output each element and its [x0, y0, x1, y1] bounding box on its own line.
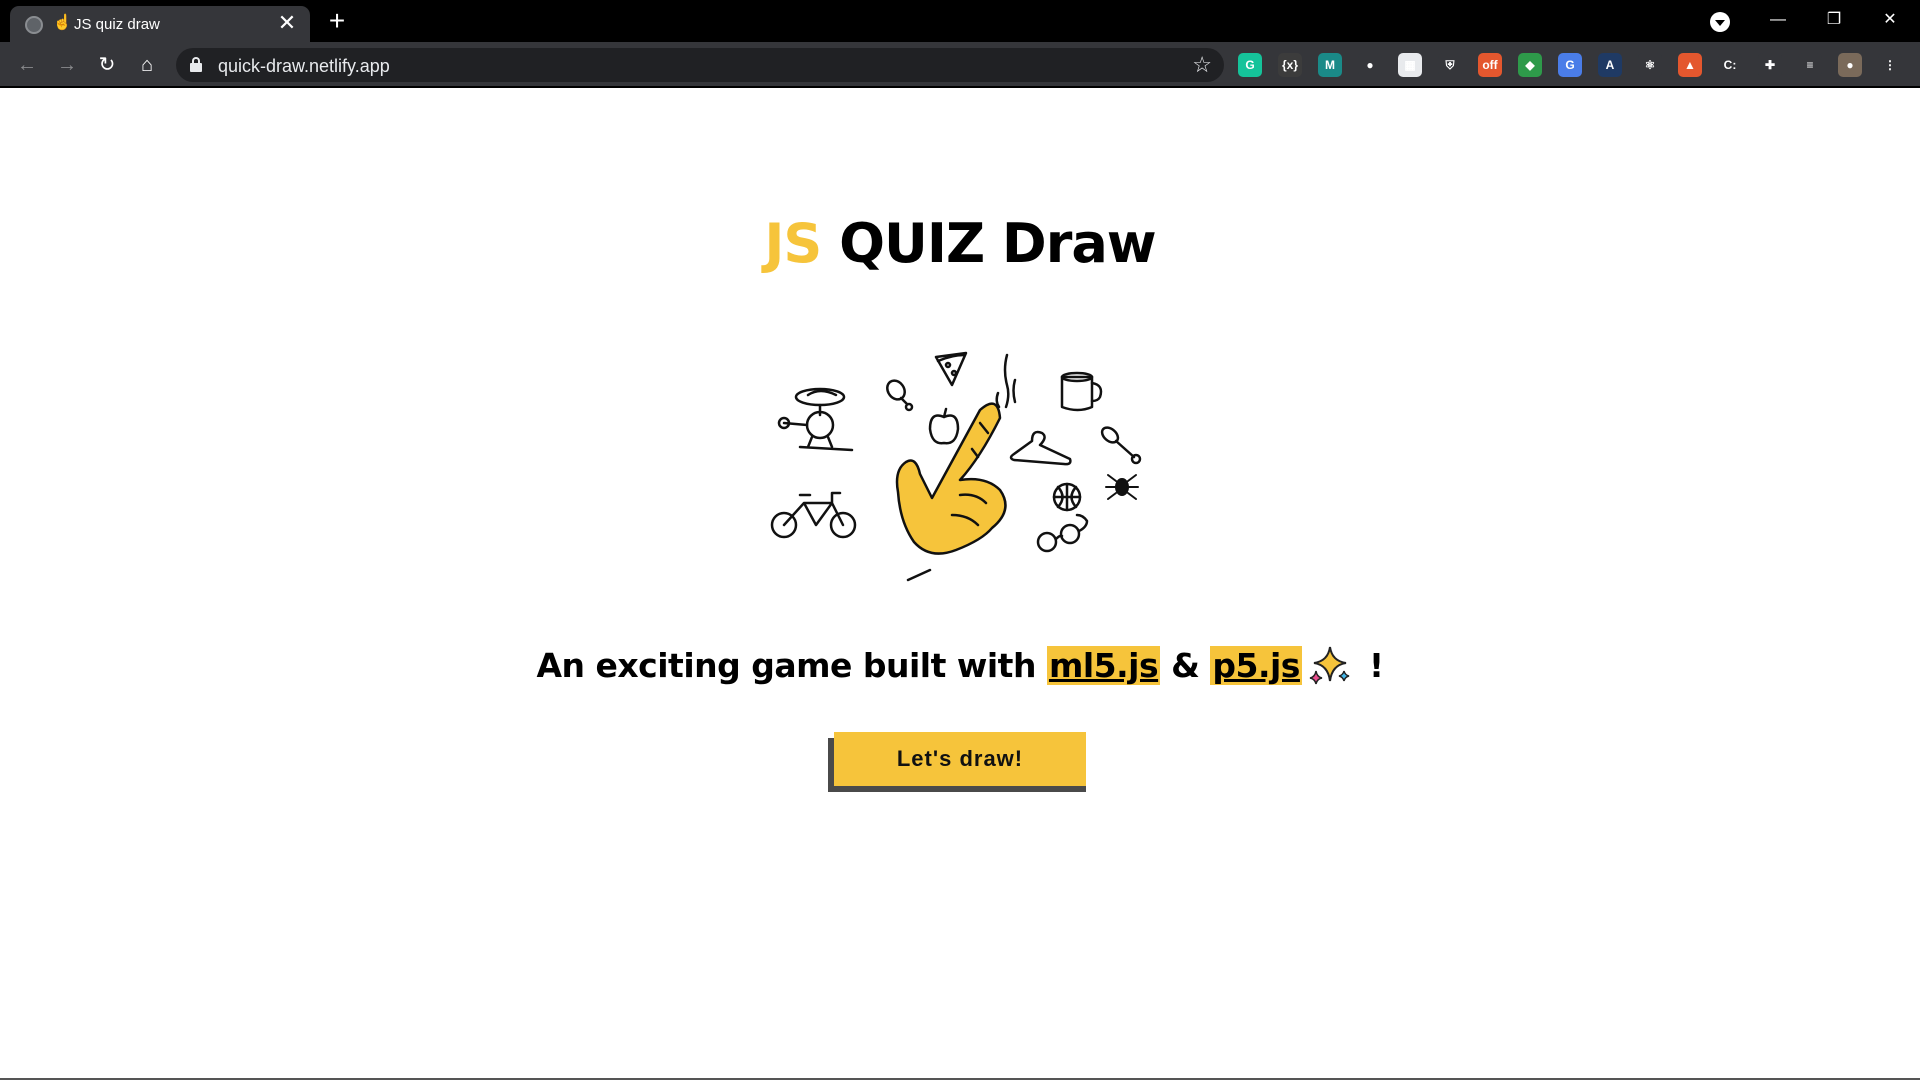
globe-favicon-icon	[25, 16, 43, 34]
mug-doodle	[1060, 371, 1103, 412]
lock-icon[interactable]	[190, 57, 202, 72]
glasses-doodle	[1036, 513, 1089, 553]
back-button[interactable]: ←	[10, 48, 44, 82]
ampersand: &	[1160, 646, 1211, 685]
restore-button[interactable]: ❐	[1806, 0, 1862, 42]
spider-doodle	[1105, 474, 1139, 500]
browser-titlebar: ☝ JS quiz draw ✕ + — ❐ ✕	[0, 0, 1920, 42]
brush-doodle	[1100, 426, 1142, 465]
ml5-link[interactable]: ml5.js	[1046, 646, 1161, 685]
extensions-puzzle-icon[interactable]: ✚	[1758, 53, 1782, 77]
steam-doodle	[995, 353, 1017, 409]
browser-tab[interactable]: ☝ JS quiz draw ✕	[10, 6, 310, 42]
basketball-doodle	[1052, 482, 1082, 512]
pointing-hand-icon: ☝	[53, 14, 72, 31]
tab-title: JS quiz draw	[74, 16, 160, 33]
hand-doodle	[895, 402, 1007, 582]
profile-avatar-icon[interactable]: ●	[1838, 53, 1862, 77]
forward-button[interactable]: →	[50, 48, 84, 82]
new-tab-button[interactable]: +	[322, 6, 352, 36]
home-button[interactable]: ⌂	[130, 48, 164, 82]
exclamation: !	[1357, 646, 1384, 685]
rocket-extension-icon[interactable]: ▲	[1678, 53, 1702, 77]
menu-kebab-icon[interactable]: ⋮	[1878, 53, 1902, 77]
color-picker-icon[interactable]: ◆	[1518, 53, 1542, 77]
page-title: JS QUIZ Draw	[0, 212, 1920, 275]
p5-link[interactable]: p5.js	[1210, 646, 1302, 685]
off-toggle-icon[interactable]: off	[1478, 53, 1502, 77]
reload-button[interactable]: ↻	[90, 48, 124, 82]
browser-toolbar: ← → ↻ ⌂ quick-draw.netlify.app ☆	[0, 42, 1920, 88]
apple-doodle	[928, 407, 960, 445]
m-extension-icon[interactable]: M	[1318, 53, 1342, 77]
translate-icon[interactable]: G	[1558, 53, 1582, 77]
pizza-doodle	[934, 351, 968, 387]
github-icon[interactable]: ●	[1358, 53, 1382, 77]
bicycle-doodle	[770, 491, 857, 539]
title-rest: QUIZ Draw	[821, 212, 1157, 275]
dark-circle-icon[interactable]: A	[1598, 53, 1622, 77]
subtitle-prefix: An exciting game built with	[536, 646, 1047, 685]
cta-container: Let's draw!	[828, 732, 1086, 792]
doodle-hand-illustration	[770, 351, 1142, 582]
url-text[interactable]: quick-draw.netlify.app	[218, 56, 390, 77]
bookmark-star-icon[interactable]: ☆	[1192, 52, 1212, 78]
drumstick-doodle	[886, 379, 914, 412]
reading-list-icon[interactable]: ≡	[1798, 53, 1822, 77]
minimize-button[interactable]: —	[1750, 0, 1806, 42]
address-bar[interactable]: quick-draw.netlify.app ☆	[176, 48, 1224, 82]
react-devtools-icon[interactable]: ⚛	[1638, 53, 1662, 77]
title-js: JS	[764, 212, 822, 275]
json-viewer-icon[interactable]: {x}	[1278, 53, 1302, 77]
tab-close-icon[interactable]: ✕	[274, 10, 300, 36]
close-window-button[interactable]: ✕	[1862, 0, 1918, 42]
chrome-profile-menu-icon[interactable]	[1710, 12, 1730, 32]
subtitle: An exciting game built with ml5.js & p5.…	[0, 645, 1920, 685]
shield-extension-icon[interactable]: ⛨	[1438, 53, 1462, 77]
sparkles-icon	[1309, 646, 1350, 685]
css-extension-icon[interactable]: C:	[1718, 53, 1742, 77]
hanger-doodle	[1009, 430, 1072, 466]
grammarly-icon[interactable]: G	[1238, 53, 1262, 77]
pdf-extension-icon[interactable]: ▦	[1398, 53, 1422, 77]
lets-draw-button[interactable]: Let's draw!	[834, 732, 1086, 786]
helicopter-doodle	[777, 387, 854, 452]
